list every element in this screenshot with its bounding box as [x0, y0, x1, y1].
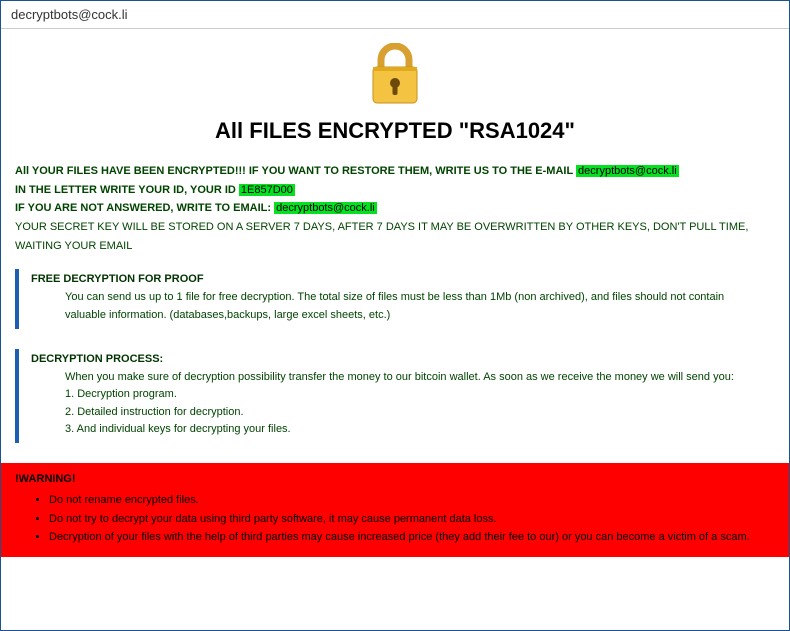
- id-highlight: 1E857D00: [239, 184, 295, 196]
- warning-item-2: Do not try to decrypt your data using th…: [49, 510, 775, 529]
- process-line-2: 2. Detailed instruction for decryption.: [65, 404, 765, 422]
- email-highlight-1: decryptbots@cock.li: [576, 165, 679, 177]
- content-scroll-area[interactable]: All FILES ENCRYPTED "RSA1024" All YOUR F…: [1, 29, 789, 630]
- decryption-process-title: DECRYPTION PROCESS:: [31, 353, 765, 365]
- intro-line4: YOUR SECRET KEY WILL BE STORED ON A SERV…: [15, 218, 775, 255]
- lock-icon: [367, 43, 423, 110]
- intro-line1: All YOUR FILES HAVE BEEN ENCRYPTED!!! IF…: [15, 165, 576, 177]
- warning-title: !WARNING!: [15, 473, 775, 485]
- process-line-intro: When you make sure of decryption possibi…: [65, 369, 765, 387]
- process-line-3: 3. And individual keys for decrypting yo…: [65, 421, 765, 439]
- intro-line2: IN THE LETTER WRITE YOUR ID, YOUR ID: [15, 184, 239, 196]
- warning-panel: !WARNING! Do not rename encrypted files.…: [1, 463, 789, 557]
- free-decryption-title: FREE DECRYPTION FOR PROOF: [31, 273, 765, 285]
- warning-item-1: Do not rename encrypted files.: [49, 491, 775, 510]
- intro-line3: IF YOU ARE NOT ANSWERED, WRITE TO EMAIL:: [15, 202, 274, 214]
- free-decryption-body: You can send us up to 1 file for free de…: [31, 289, 765, 324]
- warning-item-3: Decryption of your files with the help o…: [49, 528, 775, 547]
- decryption-process-section: DECRYPTION PROCESS: When you make sure o…: [15, 349, 775, 443]
- window-title: decryptbots@cock.li: [11, 7, 128, 22]
- page-title: All FILES ENCRYPTED "RSA1024": [15, 118, 775, 144]
- free-decryption-section: FREE DECRYPTION FOR PROOF You can send u…: [15, 269, 775, 328]
- email-highlight-2: decryptbots@cock.li: [274, 202, 377, 214]
- window-titlebar: decryptbots@cock.li: [1, 1, 789, 29]
- intro-block: All YOUR FILES HAVE BEEN ENCRYPTED!!! IF…: [15, 162, 775, 255]
- process-line-1: 1. Decryption program.: [65, 386, 765, 404]
